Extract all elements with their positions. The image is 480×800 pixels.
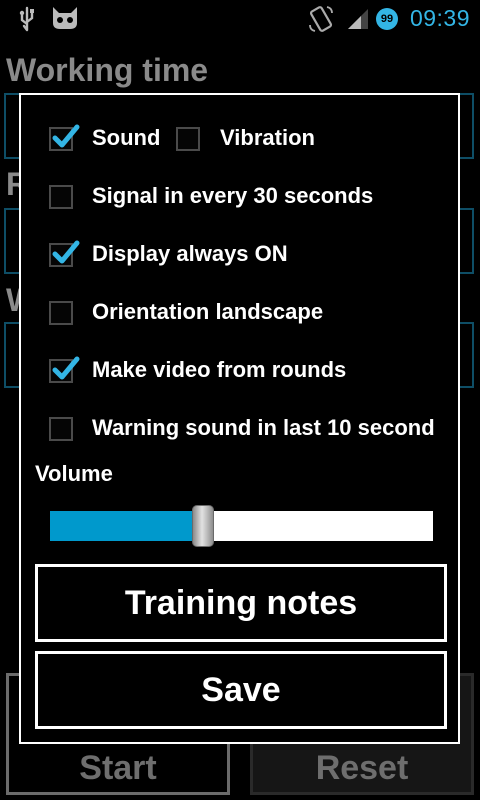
option-row-signal[interactable]: Signal in every 30 seconds xyxy=(21,177,458,217)
vibration-label: Vibration xyxy=(220,125,315,150)
cyanogen-mascot-icon xyxy=(53,7,77,29)
make-video-checkbox[interactable] xyxy=(49,356,80,383)
save-button[interactable]: Save xyxy=(35,651,447,729)
signal-strength-icon xyxy=(348,9,368,29)
status-bar: 99 09:39 xyxy=(0,0,480,38)
checkmark-icon xyxy=(52,240,80,264)
volume-slider[interactable] xyxy=(50,505,433,547)
orientation-landscape-checkbox[interactable] xyxy=(49,301,73,325)
volume-label: Volume xyxy=(35,461,113,486)
sound-label: Sound xyxy=(92,125,161,150)
checkmark-icon xyxy=(52,356,80,380)
notification-badge-icon: 99 xyxy=(376,8,398,30)
screen-rotate-icon xyxy=(309,6,333,32)
signal-30s-checkbox[interactable] xyxy=(49,185,73,209)
option-row-orientation[interactable]: Orientation landscape xyxy=(21,293,458,333)
page-title: Working time xyxy=(6,52,209,88)
option-row-warning[interactable]: Warning sound in last 10 second xyxy=(21,409,458,449)
vibration-checkbox[interactable] xyxy=(176,127,200,151)
training-notes-button[interactable]: Training notes xyxy=(35,564,447,642)
signal-30s-label: Signal in every 30 seconds xyxy=(92,183,374,208)
volume-slider-fill xyxy=(50,511,204,541)
usb-icon xyxy=(19,6,34,32)
warning-sound-label: Warning sound in last 10 second xyxy=(92,415,435,440)
volume-slider-thumb[interactable] xyxy=(192,505,215,547)
display-always-on-label: Display always ON xyxy=(92,241,288,266)
sound-checkbox[interactable] xyxy=(49,124,80,151)
orientation-landscape-label: Orientation landscape xyxy=(92,299,324,324)
clock: 09:39 xyxy=(409,5,470,31)
make-video-label: Make video from rounds xyxy=(92,357,347,382)
option-row-display[interactable]: Display always ON xyxy=(21,235,458,275)
option-row-video[interactable]: Make video from rounds xyxy=(21,351,458,391)
display-always-on-checkbox[interactable] xyxy=(49,240,80,267)
warning-sound-checkbox[interactable] xyxy=(49,417,73,441)
checkmark-icon xyxy=(52,124,80,148)
option-row-sound-vibration: Sound Vibration xyxy=(21,119,458,159)
settings-dialog: Sound Vibration Signal in every 30 secon… xyxy=(19,93,460,744)
